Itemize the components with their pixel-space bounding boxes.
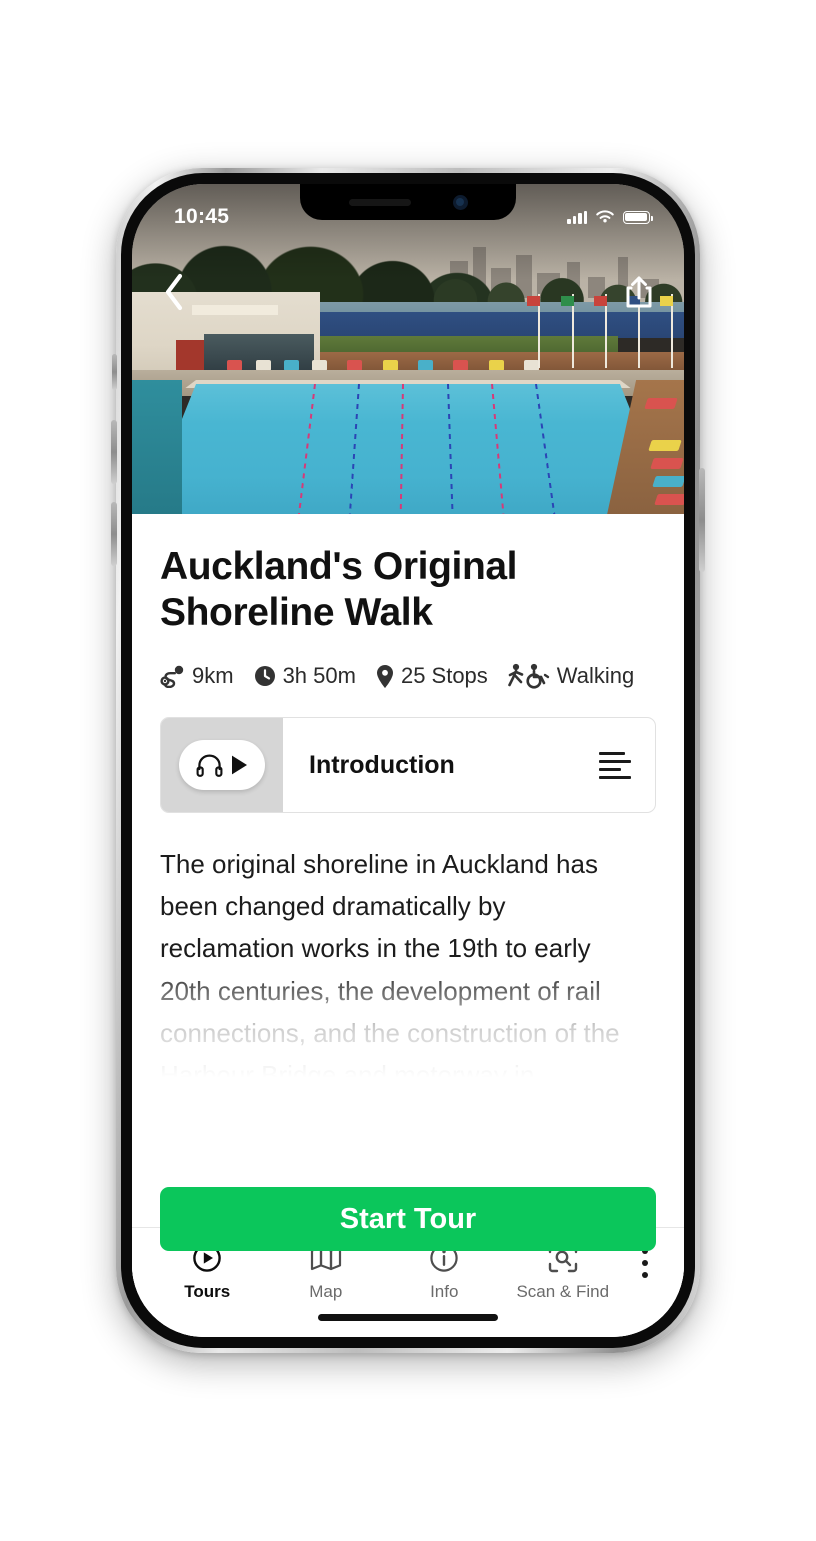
meta-duration-label: 3h 50m bbox=[282, 663, 356, 689]
tab-scan-find-label: Scan & Find bbox=[516, 1282, 610, 1301]
phone-device-frame: 10:45 Auckland's Original Shoreline Walk… bbox=[111, 168, 705, 1353]
start-tour-button[interactable]: Start Tour bbox=[160, 1187, 656, 1251]
silence-switch[interactable] bbox=[112, 354, 117, 390]
phone-bezel: 10:45 Auckland's Original Shoreline Walk… bbox=[121, 173, 695, 1348]
status-clock: 10:45 bbox=[174, 205, 230, 228]
meta-stops: 25 Stops bbox=[375, 663, 488, 689]
transcript-lines-icon[interactable] bbox=[599, 751, 631, 779]
volume-up-button[interactable] bbox=[111, 420, 117, 484]
meta-stops-label: 25 Stops bbox=[400, 663, 488, 689]
volume-down-button[interactable] bbox=[111, 502, 117, 566]
meta-distance: 9km bbox=[160, 663, 234, 689]
meta-distance-label: 9km bbox=[192, 663, 234, 689]
tour-meta-row: 9km 3h 50m 25 Stops Walking bbox=[160, 663, 656, 689]
page-title: Auckland's Original Shoreline Walk bbox=[160, 545, 518, 634]
status-indicators bbox=[567, 209, 653, 225]
audio-intro-card[interactable]: Introduction bbox=[160, 717, 656, 814]
tab-info-label: Info bbox=[430, 1282, 459, 1301]
play-icon bbox=[231, 755, 247, 775]
headphones-play-icon[interactable] bbox=[179, 740, 265, 791]
meta-duration: 3h 50m bbox=[253, 663, 356, 689]
audio-play-area[interactable] bbox=[161, 718, 283, 813]
home-indicator bbox=[318, 1314, 498, 1321]
earpiece-speaker bbox=[348, 198, 411, 206]
power-button[interactable] bbox=[699, 468, 705, 572]
hero-pool-water bbox=[143, 384, 673, 514]
tab-map-label: Map bbox=[309, 1282, 343, 1301]
map-pin-icon bbox=[375, 664, 395, 689]
front-camera bbox=[452, 194, 468, 210]
notch bbox=[300, 184, 516, 220]
meta-mode: Walking bbox=[507, 663, 634, 689]
audio-title: Introduction bbox=[309, 750, 455, 779]
chevron-left-icon bbox=[165, 273, 183, 311]
clock-icon bbox=[253, 664, 277, 688]
wifi-icon bbox=[596, 210, 614, 223]
accessibility-walking-icon bbox=[507, 663, 551, 689]
tour-description: The original shoreline in Auckland has b… bbox=[160, 843, 634, 1096]
tab-scan-find[interactable]: Scan & Find bbox=[504, 1242, 623, 1302]
detail-content: Auckland's Original Shoreline Walk 9km 3… bbox=[132, 514, 684, 1227]
headphones-icon bbox=[196, 754, 222, 778]
battery-icon bbox=[623, 210, 653, 224]
tab-info[interactable]: Info bbox=[385, 1242, 504, 1302]
share-icon bbox=[626, 276, 652, 308]
cellular-bars-icon bbox=[567, 210, 587, 224]
audio-card-body[interactable]: Introduction bbox=[283, 718, 655, 812]
tab-tours[interactable]: Tours bbox=[148, 1242, 267, 1302]
tab-map[interactable]: Map bbox=[267, 1242, 386, 1302]
meta-mode-label: Walking bbox=[556, 663, 635, 689]
share-button[interactable] bbox=[618, 270, 660, 314]
route-distance-icon bbox=[160, 664, 186, 689]
screenshot-canvas: 10:45 Auckland's Original Shoreline Walk… bbox=[0, 0, 816, 1541]
phone-screen: 10:45 Auckland's Original Shoreline Walk… bbox=[132, 184, 684, 1337]
detail-sheet: Auckland's Original Shoreline Walk 9km 3… bbox=[132, 514, 684, 1337]
tab-tours-label: Tours bbox=[184, 1282, 231, 1301]
back-button[interactable] bbox=[154, 270, 194, 314]
hero-left-wall bbox=[132, 380, 182, 514]
